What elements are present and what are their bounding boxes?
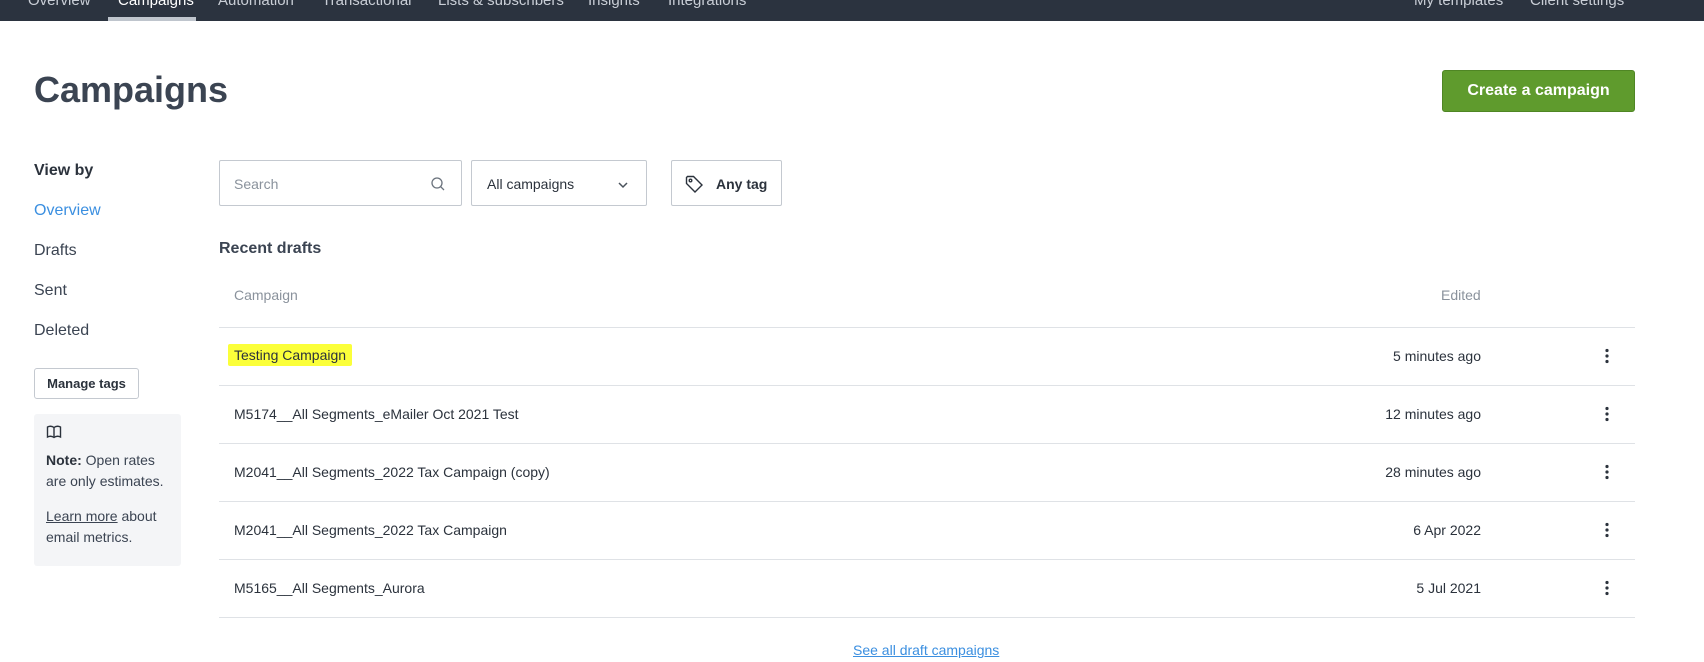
- manage-tags-button[interactable]: Manage tags: [34, 368, 139, 399]
- search-icon[interactable]: [430, 176, 446, 192]
- more-options-icon[interactable]: [1597, 520, 1617, 540]
- sidebar-link-drafts[interactable]: Drafts: [34, 242, 77, 260]
- nav-client-settings[interactable]: Client settings: [1530, 0, 1624, 9]
- page-title: Campaigns: [34, 69, 229, 110]
- search-box: [219, 160, 462, 206]
- more-options-icon[interactable]: [1597, 404, 1617, 424]
- active-tab-indicator: [108, 17, 196, 21]
- edited-time: 5 minutes ago: [1393, 348, 1481, 364]
- campaign-name-link[interactable]: M5165__All Segments_Aurora: [234, 580, 425, 596]
- nav-integrations[interactable]: Integrations: [668, 0, 746, 9]
- campaign-name-link[interactable]: M2041__All Segments_2022 Tax Campaign (c…: [234, 464, 550, 480]
- see-all-drafts-link[interactable]: See all draft campaigns: [853, 642, 999, 658]
- nav-campaigns[interactable]: Campaigns: [118, 0, 194, 9]
- book-icon: [46, 425, 62, 439]
- campaign-name-link[interactable]: Testing Campaign: [228, 344, 353, 366]
- tag-filter-button[interactable]: Any tag: [671, 160, 782, 206]
- sidebar-link-overview[interactable]: Overview: [34, 202, 101, 220]
- nav-my-templates[interactable]: My templates: [1414, 0, 1503, 9]
- nav-transactional[interactable]: Transactional: [322, 0, 412, 9]
- column-header-edited: Edited: [1441, 287, 1481, 303]
- tag-icon: [685, 175, 703, 193]
- campaign-name-link[interactable]: M2041__All Segments_2022 Tax Campaign: [234, 522, 507, 538]
- campaign-filter-select[interactable]: All campaigns: [471, 160, 647, 206]
- view-by-label: View by: [34, 162, 94, 179]
- note-text: Note: Open rates are only estimates.: [46, 450, 169, 492]
- more-options-icon[interactable]: [1597, 578, 1617, 598]
- campaign-filter-value: All campaigns: [487, 176, 575, 192]
- edited-time: 5 Jul 2021: [1416, 580, 1481, 596]
- nav-insights[interactable]: Insights: [588, 0, 640, 9]
- nav-automation[interactable]: Automation: [218, 0, 294, 9]
- column-header-campaign: Campaign: [234, 287, 298, 303]
- table-row: M5174__All Segments_eMailer Oct 2021 Tes…: [219, 385, 1635, 443]
- more-options-icon[interactable]: [1597, 462, 1617, 482]
- search-input[interactable]: [234, 173, 424, 195]
- recent-drafts-title: Recent drafts: [219, 240, 322, 257]
- nav-lists-subscribers[interactable]: Lists & subscribers: [438, 0, 564, 9]
- note-panel: Note: Open rates are only estimates. Lea…: [34, 414, 181, 566]
- edited-time: 6 Apr 2022: [1413, 522, 1481, 538]
- note-bold: Note:: [46, 452, 82, 468]
- table-row: M5165__All Segments_Aurora 5 Jul 2021: [219, 559, 1635, 617]
- table-bottom-divider: [219, 617, 1635, 618]
- create-campaign-button[interactable]: Create a campaign: [1442, 70, 1635, 112]
- chevron-down-icon: [618, 182, 628, 189]
- sidebar-link-sent[interactable]: Sent: [34, 282, 67, 300]
- sidebar-link-deleted[interactable]: Deleted: [34, 322, 89, 340]
- table-row: M2041__All Segments_2022 Tax Campaign 6 …: [219, 501, 1635, 559]
- learn-more-link[interactable]: Learn more: [46, 508, 118, 524]
- edited-time: 12 minutes ago: [1385, 406, 1481, 422]
- learn-more-text: Learn more about email metrics.: [46, 506, 169, 548]
- top-navigation: Overview Campaigns Automation Transactio…: [0, 0, 1704, 21]
- nav-overview[interactable]: Overview: [28, 0, 91, 9]
- more-options-icon[interactable]: [1597, 346, 1617, 366]
- edited-time: 28 minutes ago: [1385, 464, 1481, 480]
- tag-filter-label: Any tag: [716, 176, 768, 192]
- campaign-name-link[interactable]: M5174__All Segments_eMailer Oct 2021 Tes…: [234, 406, 519, 422]
- table-row: M2041__All Segments_2022 Tax Campaign (c…: [219, 443, 1635, 501]
- table-row: Testing Campaign 5 minutes ago: [219, 327, 1635, 385]
